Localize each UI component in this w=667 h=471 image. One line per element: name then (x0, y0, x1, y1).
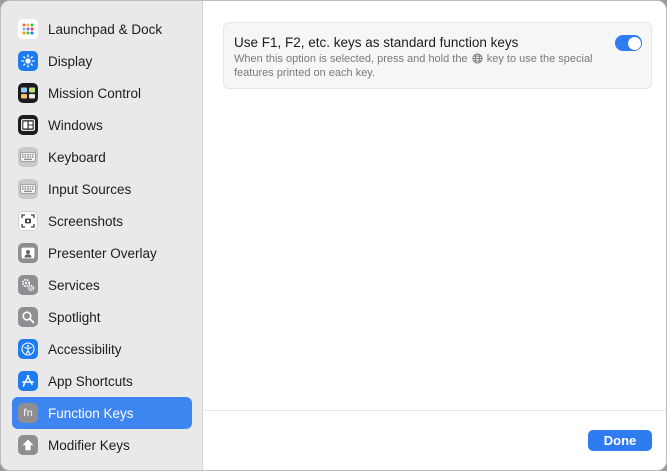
sidebar-item-label: Services (48, 277, 100, 293)
input-sources-icon (18, 179, 38, 199)
fn-glyph: fn (23, 407, 33, 419)
sidebar-item-label: Launchpad & Dock (48, 21, 163, 37)
sidebar-item-label: Presenter Overlay (48, 245, 157, 261)
sidebar-item-display[interactable]: Display (12, 45, 192, 77)
option-title: Use F1, F2, etc. keys as standard functi… (234, 35, 519, 50)
sidebar-item-label: Spotlight (48, 309, 101, 325)
sidebar-item-mission-control[interactable]: Mission Control (12, 77, 192, 109)
sidebar-item-label: Windows (48, 117, 103, 133)
toggle-knob (627, 36, 641, 50)
sidebar-item-label: Display (48, 53, 93, 69)
footer-divider (203, 410, 666, 411)
sidebar-item-spotlight[interactable]: Spotlight (12, 301, 192, 333)
sidebar-item-keyboard[interactable]: Keyboard (12, 141, 192, 173)
sidebar-item-services[interactable]: Services (12, 269, 192, 301)
sidebar-item-function-keys[interactable]: fn Function Keys (12, 397, 192, 429)
sidebar-item-screenshots[interactable]: Screenshots (12, 205, 192, 237)
sidebar-item-label: Mission Control (48, 85, 142, 101)
option-description-start: When this option is selected, press and … (234, 53, 468, 65)
function-keys-toggle[interactable] (615, 35, 642, 51)
sidebar-item-presenter-overlay[interactable]: Presenter Overlay (12, 237, 192, 269)
mission-control-icon (18, 83, 38, 103)
presenter-overlay-icon (18, 243, 38, 263)
app-shortcuts-icon (18, 371, 38, 391)
keyboard-icon (18, 147, 38, 167)
sidebar-item-app-shortcuts[interactable]: App Shortcuts (12, 365, 192, 397)
sidebar-item-label: Keyboard (48, 149, 106, 165)
modifier-keys-icon (18, 435, 38, 455)
sidebar: Launchpad & Dock Display Mission Control… (1, 1, 203, 470)
sidebar-item-label: Accessibility (48, 341, 122, 357)
sidebar-item-windows[interactable]: Windows (12, 109, 192, 141)
sidebar-item-label: Screenshots (48, 213, 124, 229)
sidebar-item-launchpad-dock[interactable]: Launchpad & Dock (12, 13, 192, 45)
display-icon (18, 51, 38, 71)
main-panel: Use F1, F2, etc. keys as standard functi… (203, 1, 666, 470)
services-icon (18, 275, 38, 295)
done-button[interactable]: Done (588, 430, 652, 451)
keyboard-shortcuts-window: Launchpad & Dock Display Mission Control… (0, 0, 667, 471)
screenshots-icon (18, 211, 38, 231)
sidebar-list: Launchpad & Dock Display Mission Control… (12, 13, 192, 461)
windows-icon (18, 115, 38, 135)
spotlight-icon (18, 307, 38, 327)
function-keys-icon: fn (18, 403, 38, 423)
sidebar-item-label: Function Keys (48, 405, 134, 421)
sidebar-item-label: Modifier Keys (48, 437, 130, 453)
sidebar-item-label: App Shortcuts (48, 373, 133, 389)
sidebar-item-accessibility[interactable]: Accessibility (12, 333, 192, 365)
globe-icon (472, 53, 483, 64)
launchpad-icon (18, 19, 38, 39)
sidebar-item-modifier-keys[interactable]: Modifier Keys (12, 429, 192, 461)
sidebar-item-label: Input Sources (48, 181, 132, 197)
accessibility-icon (18, 339, 38, 359)
option-description: When this option is selected, press and … (234, 52, 604, 80)
function-keys-option-card: Use F1, F2, etc. keys as standard functi… (223, 22, 652, 89)
sidebar-item-input-sources[interactable]: Input Sources (12, 173, 192, 205)
